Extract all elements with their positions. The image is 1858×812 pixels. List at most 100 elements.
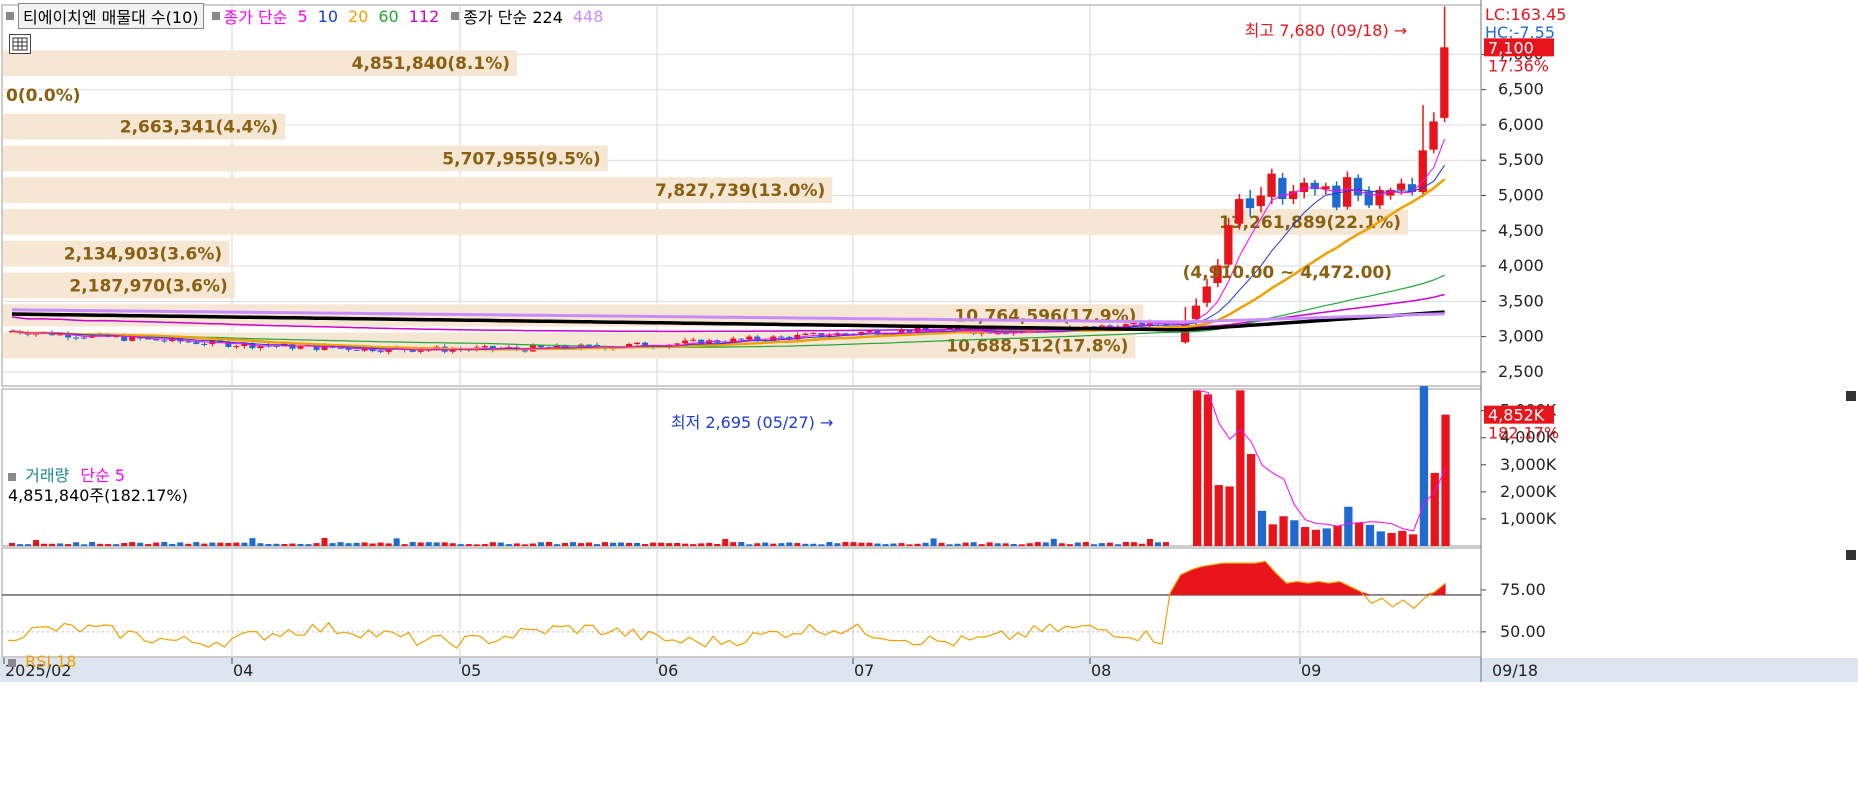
price-tick-label: 6,500 [1498, 80, 1544, 99]
rsi-legend: RSI 18 [6, 652, 77, 671]
candle-body [994, 333, 1001, 335]
volume-bar [914, 543, 921, 546]
volume-bar [305, 544, 312, 546]
volume-bar [113, 544, 120, 546]
candle-body [161, 340, 168, 342]
volume-bar [217, 542, 224, 546]
volume-bar [634, 542, 641, 546]
volume-bar [834, 543, 841, 546]
volume-bar [273, 543, 280, 546]
volume-bar [489, 542, 496, 546]
price-legend: 티에이치엔 매물대 수(10) 종가 단순 5 10 20 60 112 종가 … [4, 3, 613, 29]
candle-body [746, 336, 753, 340]
volume-bar [521, 544, 528, 546]
panel-close-icon [1846, 391, 1856, 401]
price-tick-label: 3,500 [1498, 291, 1544, 310]
volume-bar [602, 542, 609, 546]
volume-bar [714, 543, 721, 546]
candle-body [818, 333, 825, 337]
volume-bar [249, 538, 256, 546]
ma224-label[interactable]: 종가 단순 224 [463, 4, 563, 28]
volume-bar [1236, 390, 1245, 546]
volume-bar [858, 542, 865, 546]
volume-bar [449, 543, 456, 546]
volume-bar [177, 542, 184, 546]
price-tick-label: 4,500 [1498, 221, 1544, 240]
volume-bar [81, 544, 88, 546]
rsi-label[interactable]: RSI 18 [25, 652, 76, 671]
volume-bar [49, 543, 56, 546]
volume-bar [1146, 539, 1153, 546]
volume-bar [1311, 529, 1321, 546]
calendar-grid-icon[interactable] [9, 34, 31, 54]
ma10-label[interactable]: 10 [318, 7, 338, 26]
volume-bar [1203, 394, 1213, 546]
volume-tick-label: 3,000K [1500, 455, 1557, 474]
volume-bar [642, 544, 649, 546]
volume-bar [329, 543, 336, 546]
candle-body [778, 336, 785, 338]
volume-bar [882, 544, 889, 546]
volume-bar [698, 543, 705, 546]
volume-bar [369, 543, 376, 546]
x-tick-label: 06 [658, 661, 678, 680]
chart-stage: 2025/02 04 05 06 07 08 09 09/18 2,500 3,000 3,500 4… [0, 0, 1858, 808]
volume-bar [225, 543, 232, 546]
ma112-label[interactable]: 112 [409, 7, 440, 26]
volume-bar [802, 543, 809, 546]
volume-bar [738, 542, 745, 546]
volume-bar [754, 543, 761, 546]
volume-bar [1018, 544, 1025, 546]
volume-bar [1333, 525, 1342, 546]
x-tick-label: 04 [233, 661, 253, 680]
volume-bar [17, 544, 24, 546]
volume-bar [121, 543, 128, 546]
volume-bar [778, 543, 785, 546]
candle-body [481, 346, 488, 348]
candle-body [1191, 305, 1201, 319]
candle-body [81, 337, 88, 339]
volume-bar [1301, 527, 1310, 546]
volume-profile-label: 5,707,955(9.5%) [442, 149, 600, 169]
ma20-label[interactable]: 20 [348, 7, 368, 26]
volume-profile-label: 2,134,903(3.6%) [64, 245, 222, 265]
volume-bar [866, 542, 873, 546]
ma5-label[interactable]: 5 [297, 7, 307, 26]
volume-bar [409, 541, 416, 546]
volume-bar [313, 543, 320, 546]
volume-profile-bar [3, 209, 1408, 235]
volume-bar [730, 542, 737, 546]
legend-square-icon [8, 658, 16, 667]
volume-bar [1050, 538, 1057, 546]
candle-body [866, 330, 873, 332]
volume-bar [577, 543, 584, 546]
volume-bar [281, 543, 288, 546]
volume-bar [1162, 542, 1169, 546]
volume-bar [297, 543, 304, 546]
ma448-label[interactable]: 448 [573, 7, 604, 26]
volume-bar [762, 542, 769, 546]
price-tick-label: 3,000 [1498, 327, 1544, 346]
volume-bar [986, 542, 993, 546]
ma60-label[interactable]: 60 [378, 7, 398, 26]
x-tick-label: 09 [1301, 661, 1321, 680]
volume-bar [1010, 544, 1017, 546]
legend-square-icon [451, 12, 460, 20]
volume-bar [794, 543, 801, 546]
volume-bar [185, 543, 192, 546]
volume-bar [1279, 516, 1288, 546]
candle-body [1224, 225, 1233, 265]
volume-bar [650, 542, 657, 546]
rsi-tick-label: 50.00 [1500, 622, 1546, 641]
volume-bar [73, 542, 80, 546]
series-title[interactable]: 티에이치엔 매물대 수(10) [18, 3, 204, 29]
volume-bar [257, 543, 264, 546]
x-axis-bar [0, 658, 1858, 682]
volume-bar [1034, 542, 1041, 546]
candle-body [1299, 182, 1309, 192]
price-tick-label: 5,000 [1498, 186, 1544, 205]
volume-bar [497, 542, 504, 546]
candle-body [1353, 177, 1363, 196]
candle-body [1267, 173, 1276, 197]
ma-label[interactable]: 종가 단순 [224, 4, 288, 28]
